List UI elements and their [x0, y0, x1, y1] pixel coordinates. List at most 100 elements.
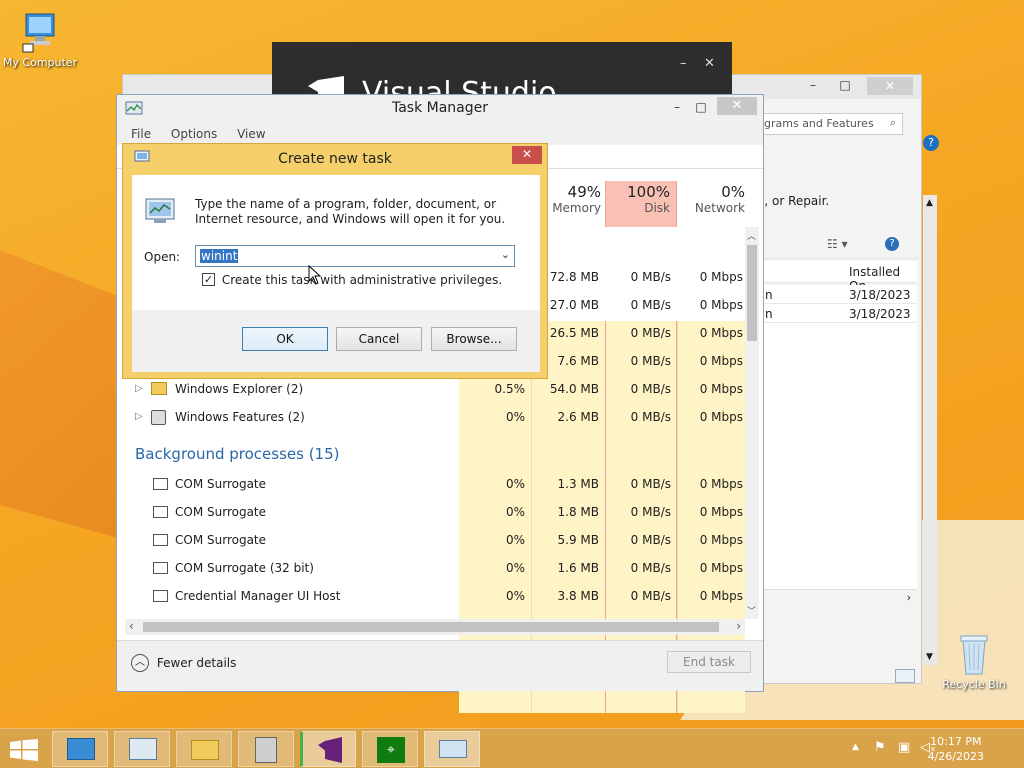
desktop-icon-recycle-bin[interactable]: Recycle Bin — [934, 632, 1014, 691]
clock-date: 4/26/2023 — [927, 750, 984, 763]
vertical-scrollbar[interactable]: ︿ ﹀ — [745, 227, 759, 619]
memory-cell: 54.0 MB — [549, 382, 599, 396]
windows-start-icon[interactable] — [10, 739, 38, 761]
minimize-icon[interactable]: – — [799, 75, 827, 95]
process-icon — [153, 562, 168, 574]
table-row[interactable]: COM Surrogate 0% 5.9 MB 0 MB/s 0 Mbps — [117, 526, 763, 554]
system-clock[interactable]: 10:17 PM 4/26/2023 — [928, 734, 984, 764]
fewer-details-button[interactable]: ︿ Fewer details — [131, 654, 236, 672]
scrollbar-thumb[interactable] — [143, 622, 719, 632]
taskbar-server-manager[interactable] — [52, 731, 108, 767]
disk-cell: 0 MB/s — [630, 533, 671, 547]
close-button[interactable]: ✕ — [867, 77, 913, 95]
view-options-icon[interactable]: ☷ ▾ — [827, 237, 848, 251]
scroll-up-icon[interactable]: ︿ — [747, 229, 756, 242]
scroll-down-icon[interactable]: ﹀ — [747, 604, 756, 617]
table-row[interactable]: COM Surrogate (32 bit) 0% 1.6 MB 0 MB/s … — [117, 554, 763, 582]
cpu-cell: 0% — [505, 533, 525, 547]
open-combobox[interactable]: winint ⌄ — [195, 245, 515, 267]
table-row[interactable]: ▷ Windows Features (2) 0% 2.6 MB 0 MB/s … — [117, 403, 763, 431]
installed-date: 3/18/2023 — [849, 307, 911, 321]
list-item[interactable]: n 3/18/2023 — [757, 304, 917, 323]
end-task-button[interactable]: End task — [667, 651, 751, 673]
horizontal-scrollbar[interactable]: › — [757, 589, 917, 607]
scroll-right-icon[interactable]: › — [907, 591, 911, 604]
cancel-button[interactable]: Cancel — [336, 327, 422, 351]
program-name: n — [765, 307, 773, 321]
memory-cell: 1.3 MB — [557, 477, 599, 491]
help-icon[interactable]: ? — [923, 135, 939, 151]
scroll-down-icon[interactable]: ▼ — [926, 652, 933, 662]
open-input-value[interactable]: winint — [200, 249, 239, 263]
cpu-cell: 0% — [505, 410, 525, 424]
close-button[interactable]: ✕ — [512, 146, 542, 164]
admin-checkbox-row[interactable]: ✓ Create this task with administrative p… — [202, 272, 502, 287]
run-icon — [439, 740, 467, 758]
menu-file[interactable]: File — [131, 127, 151, 141]
horizontal-scrollbar[interactable]: ‹ › — [125, 619, 745, 635]
table-row[interactable]: COM Surrogate 0% 1.3 MB 0 MB/s 0 Mbps — [117, 470, 763, 498]
table-row[interactable]: Credential Manager UI Host 0% 3.8 MB 0 M… — [117, 582, 763, 610]
menu-options[interactable]: Options — [171, 127, 217, 141]
taskbar-visual-studio[interactable] — [300, 731, 356, 767]
list-body — [757, 323, 917, 603]
column-header-row: Installed On — [757, 261, 917, 293]
taskbar-xbox[interactable]: ⌖ — [362, 731, 418, 767]
memory-cell: 2.6 MB — [557, 410, 599, 424]
window-titlebar[interactable]: Task Manager – □ ✕ — [117, 95, 763, 123]
scroll-up-icon[interactable]: ▲ — [926, 198, 933, 208]
memory-cell: 3.8 MB — [557, 589, 599, 603]
minimize-icon[interactable]: – — [680, 56, 687, 71]
disk-cell: 0 MB/s — [630, 477, 671, 491]
show-hidden-icons-icon[interactable]: ▲ — [852, 742, 859, 752]
maximize-icon[interactable]: □ — [831, 75, 859, 95]
action-center-flag-icon[interactable]: ⚑ — [874, 740, 886, 755]
vertical-scrollbar[interactable]: ▲ ▼ — [923, 195, 937, 665]
run-program-icon — [145, 198, 175, 223]
desktop-icon-label: My Computer — [2, 56, 78, 69]
disk-cell: 0 MB/s — [630, 505, 671, 519]
chevron-down-icon[interactable]: ⌄ — [501, 248, 510, 261]
ok-button[interactable]: OK — [242, 327, 328, 351]
background-processes-header[interactable]: Background processes (15) — [135, 445, 340, 463]
desktop-icon-my-computer[interactable]: My Computer — [0, 10, 80, 69]
scroll-left-icon[interactable]: ‹ — [129, 619, 134, 633]
admin-checkbox[interactable]: ✓ — [202, 273, 215, 286]
process-name: COM Surrogate — [175, 477, 267, 491]
close-icon[interactable]: ✕ — [704, 56, 715, 71]
scrollbar-thumb[interactable] — [747, 245, 757, 341]
table-row[interactable]: COM Surrogate 0% 1.8 MB 0 MB/s 0 Mbps — [117, 498, 763, 526]
expand-chevron-icon[interactable]: ▷ — [135, 403, 143, 431]
process-icon — [153, 590, 168, 602]
taskbar-file-explorer[interactable] — [176, 731, 232, 767]
help-icon[interactable]: ? — [885, 237, 899, 251]
cpu-cell: 0% — [505, 561, 525, 575]
taskbar-run-dialog[interactable] — [424, 731, 480, 767]
process-icon — [153, 478, 168, 490]
menu-view[interactable]: View — [237, 127, 265, 141]
maximize-icon[interactable]: □ — [687, 97, 715, 117]
clock-time: 10:17 PM — [930, 735, 982, 748]
network-cell: 0 Mbps — [699, 410, 743, 424]
browse-button[interactable]: Browse... — [431, 327, 517, 351]
cpu-cell: 0% — [505, 505, 525, 519]
disk-cell: 0 MB/s — [630, 589, 671, 603]
close-button[interactable]: ✕ — [717, 97, 757, 115]
process-name: COM Surrogate — [175, 533, 267, 547]
table-row[interactable]: ▷ Windows Explorer (2) 0.5% 54.0 MB 0 MB… — [117, 375, 763, 403]
list-item[interactable]: n 3/18/2023 — [757, 285, 917, 304]
details-view-icon[interactable] — [895, 669, 915, 683]
footer-bar: ︿ Fewer details End task — [117, 640, 763, 691]
column-disk[interactable]: 100% Disk — [605, 181, 677, 227]
scroll-right-icon[interactable]: › — [736, 619, 741, 633]
process-icon — [153, 534, 168, 546]
network-icon[interactable]: ▣ — [898, 740, 910, 755]
hint-text: e, or Repair. — [757, 194, 830, 208]
column-network[interactable]: 0% Network — [677, 183, 745, 215]
search-input[interactable]: grams and Features ⌕ — [757, 113, 903, 135]
taskbar-installer[interactable] — [238, 731, 294, 767]
taskbar-task-manager[interactable] — [114, 731, 170, 767]
menu-bar: File Options View — [117, 123, 763, 145]
disk-percent: 100% — [627, 183, 670, 201]
expand-chevron-icon[interactable]: ▷ — [135, 375, 143, 403]
